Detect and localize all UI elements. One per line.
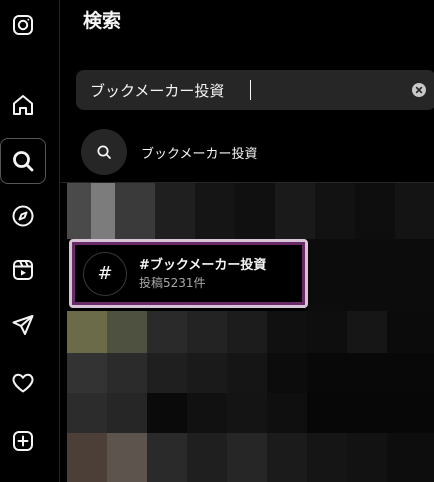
instagram-icon[interactable] — [0, 2, 46, 48]
plus-square-icon[interactable] — [0, 418, 46, 464]
search-input[interactable] — [90, 70, 390, 110]
hashtag-result-text: #ブックメーカー投資 投稿5231件 — [139, 257, 266, 291]
search-suggestion[interactable]: ブックメーカー投資 — [81, 128, 381, 176]
reels-icon[interactable] — [0, 247, 46, 293]
hashtag-icon: # — [83, 251, 127, 296]
hashtag-title: #ブックメーカー投資 — [139, 257, 267, 273]
app-window: 検索 ブックメーカー投資 ブックメーカー投資 # #ブックメーカー投資 投稿52… — [0, 0, 434, 482]
text-caret — [250, 80, 251, 100]
hashtag-result[interactable]: # #ブックメーカー投資 投稿5231件 — [69, 239, 308, 308]
search-icon[interactable] — [0, 138, 46, 184]
home-icon[interactable] — [0, 82, 46, 128]
page-title: 検索 — [83, 10, 122, 32]
search-icon — [81, 129, 127, 175]
compass-icon[interactable] — [0, 193, 46, 239]
paper-plane-icon[interactable] — [0, 302, 46, 348]
sidebar — [0, 0, 60, 482]
heart-icon[interactable] — [0, 360, 46, 406]
hashtag-post-count: 投稿5231件 — [139, 275, 206, 290]
clear-icon[interactable] — [412, 83, 426, 97]
suggestion-label: ブックメーカー投資 — [141, 146, 258, 162]
hashtag-result-content: # #ブックメーカー投資 投稿5231件 — [78, 248, 299, 299]
search-box[interactable] — [76, 70, 434, 110]
search-panel: 検索 ブックメーカー投資 ブックメーカー投資 # #ブックメーカー投資 投稿52… — [61, 0, 434, 482]
results-background — [67, 183, 434, 482]
